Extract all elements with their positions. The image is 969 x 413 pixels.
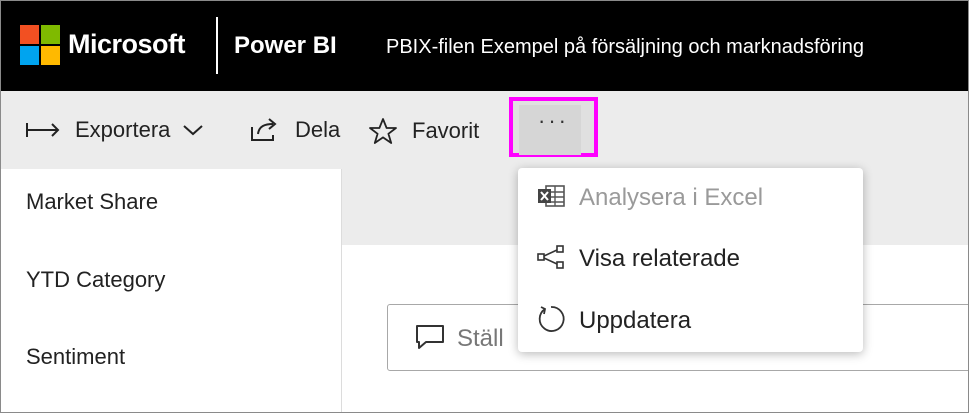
menu-item-refresh[interactable]: Uppdatera: [518, 291, 863, 351]
top-header: Microsoft Power BI PBIX-filen Exempel på…: [1, 1, 968, 91]
microsoft-logo-icon: [20, 25, 60, 65]
more-options-button[interactable]: ···: [509, 97, 598, 157]
lineage-icon: [536, 244, 566, 275]
header-divider: [216, 17, 218, 74]
page-item-ytd-category[interactable]: YTD Category: [26, 267, 165, 293]
page-item-market-share[interactable]: Market Share: [26, 189, 158, 215]
menu-item-view-related[interactable]: Visa relaterade: [518, 229, 863, 289]
page-item-sentiment[interactable]: Sentiment: [26, 344, 125, 370]
menu-item-analyze-in-excel[interactable]: Analysera i Excel: [518, 168, 863, 228]
refresh-icon: [536, 304, 566, 339]
more-options-menu: Analysera i Excel Visa relaterade Uppdat…: [518, 168, 863, 352]
star-icon: [368, 117, 398, 145]
share-button[interactable]: Dela: [249, 117, 340, 143]
menu-item-label: Uppdatera: [579, 307, 692, 334]
excel-icon: [536, 183, 566, 214]
action-bar: Exportera Dela Favorit ···: [1, 91, 968, 169]
brand-name: Microsoft: [68, 29, 186, 59]
share-label: Dela: [295, 117, 341, 142]
favorite-button[interactable]: Favorit: [368, 117, 479, 145]
export-label: Exportera: [75, 117, 171, 142]
app-window: Microsoft Power BI PBIX-filen Exempel på…: [0, 0, 969, 413]
report-title: PBIX-filen Exempel på försäljning och ma…: [386, 36, 865, 58]
pages-pane: Market Share YTD Category Sentiment: [1, 169, 342, 412]
export-button[interactable]: Exportera: [25, 117, 204, 143]
product-name[interactable]: Power BI: [234, 32, 337, 60]
chat-bubble-icon: [415, 324, 445, 355]
export-arrow-icon: [25, 120, 63, 140]
qna-placeholder: Ställ: [457, 325, 504, 352]
more-options-icon: ···: [538, 108, 569, 133]
menu-item-label: Analysera i Excel: [579, 184, 764, 211]
chevron-down-icon: [182, 123, 204, 137]
favorite-label: Favorit: [412, 118, 480, 143]
menu-item-label: Visa relaterade: [579, 245, 740, 272]
share-icon: [249, 117, 281, 143]
